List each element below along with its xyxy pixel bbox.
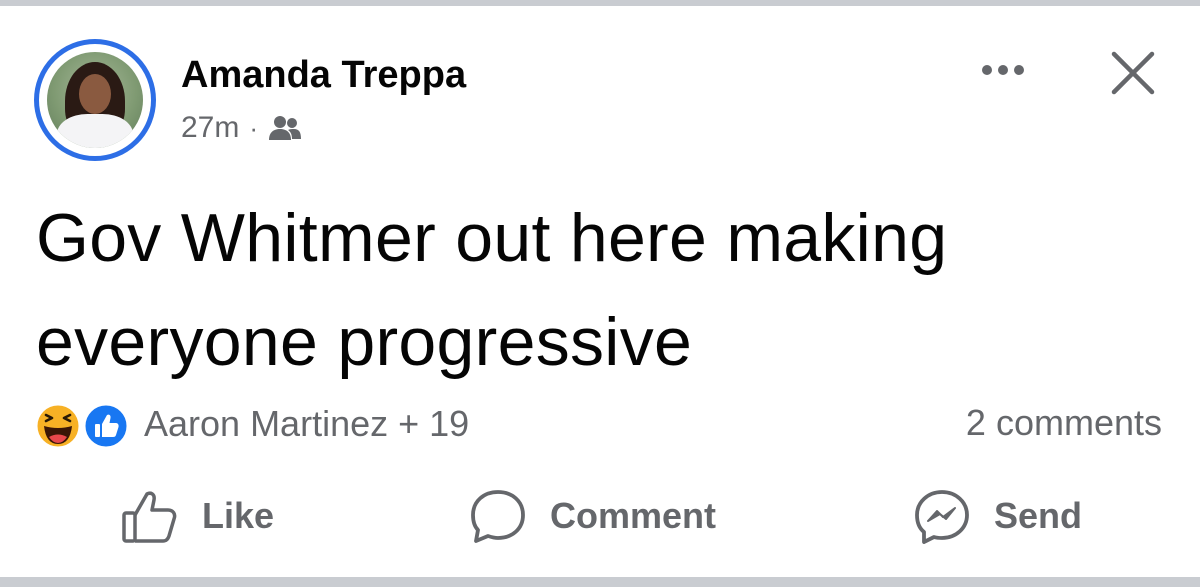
comment-icon — [471, 490, 525, 543]
more-options-icon[interactable] — [978, 56, 1028, 84]
messenger-icon — [915, 490, 969, 544]
profile-photo — [47, 52, 143, 148]
reactions-summary[interactable]: Aaron Martinez + 19 — [34, 398, 469, 450]
like-button[interactable]: Like — [120, 484, 274, 548]
like-icon — [82, 402, 130, 450]
author-name[interactable]: Amanda Treppa — [181, 54, 466, 97]
meta-separator: · — [249, 112, 259, 143]
reactors-summary[interactable]: Aaron Martinez + 19 — [144, 403, 469, 445]
avatar[interactable] — [34, 39, 156, 161]
close-icon[interactable] — [1108, 48, 1158, 98]
thumbs-up-icon — [122, 491, 177, 543]
comment-label: Comment — [550, 495, 717, 536]
comment-button[interactable]: Comment — [468, 484, 716, 548]
haha-icon — [34, 402, 82, 450]
reaction-icons — [34, 398, 134, 450]
post-text: Gov Whitmer out here making everyone pro… — [36, 200, 948, 380]
post-meta: 27m · — [181, 110, 302, 146]
bottom-divider — [0, 577, 1200, 587]
top-divider — [0, 0, 1200, 6]
post-time[interactable]: 27m — [181, 111, 239, 145]
send-button[interactable]: Send — [912, 484, 1082, 548]
send-label: Send — [994, 495, 1083, 536]
like-label: Like — [202, 495, 275, 536]
friends-icon[interactable] — [268, 114, 302, 142]
comments-count[interactable]: 2 comments — [966, 402, 1162, 444]
